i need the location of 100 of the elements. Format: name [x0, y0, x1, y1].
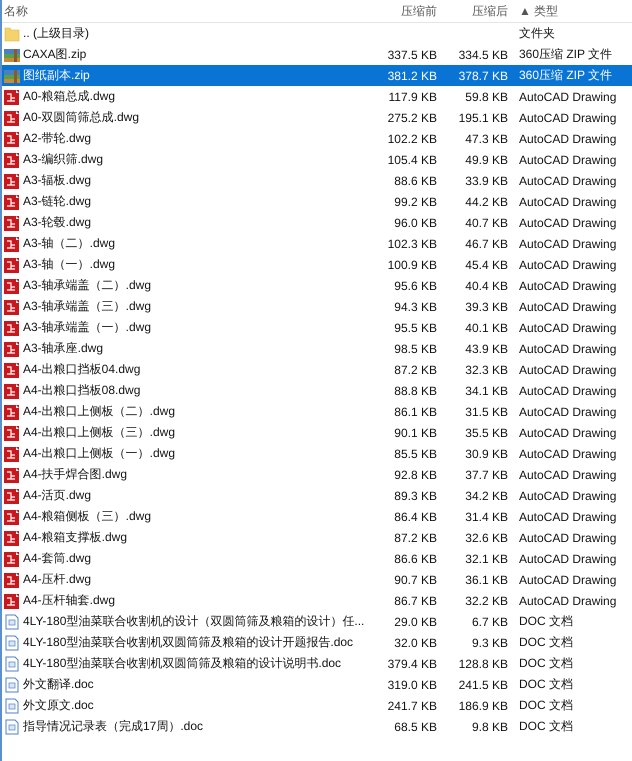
file-row[interactable]: 指导情况记录表（完成17周）.doc 68.5 KB 9.8 KB DOC 文档 [2, 716, 632, 737]
drawing-file-icon [4, 340, 20, 356]
file-row[interactable]: A3-轴承端盖（一）.dwg 95.5 KB 40.1 KB AutoCAD Drawing [2, 317, 632, 338]
file-row[interactable]: A4-扶手焊合图.dwg 92.8 KB 37.7 KB AutoCAD Drawing [2, 464, 632, 485]
file-name: 外文原文.doc [23, 697, 94, 714]
document-icon [4, 614, 20, 630]
file-row[interactable]: A3-辐板.dwg 88.6 KB 33.9 KB AutoCAD Drawing [2, 170, 632, 191]
file-type: AutoCAD Drawing [519, 510, 616, 524]
compressed-size: 241.5 KB [458, 678, 508, 692]
file-type: AutoCAD Drawing [519, 132, 616, 146]
file-row[interactable]: A3-编织筛.dwg 105.4 KB 49.9 KB AutoCAD Drawing [2, 149, 632, 170]
compressed-size: 40.4 KB [465, 278, 508, 292]
drawing-file-icon [4, 424, 20, 440]
file-row[interactable]: 外文翻译.doc 319.0 KB 241.5 KB DOC 文档 [2, 674, 632, 695]
file-name: 指导情况记录表（完成17周）.doc [23, 718, 204, 735]
original-size: 85.5 KB [394, 446, 437, 460]
original-size: 88.6 KB [394, 174, 437, 188]
document-icon [4, 718, 20, 734]
file-row[interactable]: A4-出粮口挡板04.dwg 87.2 KB 32.3 KB AutoCAD Drawing [2, 359, 632, 380]
file-type: AutoCAD Drawing [519, 342, 616, 356]
original-size: 105.4 KB [388, 152, 437, 166]
document-icon [4, 698, 20, 714]
drawing-file-icon [4, 130, 20, 146]
compressed-size: 35.5 KB [465, 426, 508, 440]
file-row[interactable]: 外文原文.doc 241.7 KB 186.9 KB DOC 文档 [2, 695, 632, 716]
original-size: 98.5 KB [394, 342, 437, 356]
file-type: 360压缩 ZIP 文件 [519, 68, 612, 82]
file-type: AutoCAD Drawing [519, 468, 616, 482]
file-row[interactable]: A2-带轮.dwg 102.2 KB 47.3 KB AutoCAD Drawing [2, 128, 632, 149]
file-row[interactable]: .. (上级目录) 文件夹 [2, 23, 632, 44]
column-header[interactable]: 压缩前 [375, 2, 445, 20]
original-size: 337.5 KB [388, 48, 437, 62]
file-row[interactable]: A3-轴（二）.dwg 102.3 KB 46.7 KB AutoCAD Drawing [2, 233, 632, 254]
file-row[interactable]: CAXA图.zip 337.5 KB 334.5 KB 360压缩 ZIP 文件 [2, 44, 632, 65]
file-row[interactable]: A3-轴（一）.dwg 100.9 KB 45.4 KB AutoCAD Drawing [2, 254, 632, 275]
file-row[interactable]: A0-粮箱总成.dwg 117.9 KB 59.8 KB AutoCAD Drawing [2, 86, 632, 107]
file-row[interactable]: A4-粮箱支撑板.dwg 87.2 KB 32.6 KB AutoCAD Drawing [2, 527, 632, 548]
compressed-size: 34.2 KB [465, 488, 508, 502]
file-name: A4-出粮口挡板08.dwg [23, 382, 140, 399]
file-type: DOC 文档 [519, 698, 573, 712]
file-name: CAXA图.zip [23, 46, 86, 63]
drawing-file-icon [4, 382, 20, 398]
file-row[interactable]: A3-轴承座.dwg 98.5 KB 43.9 KB AutoCAD Drawing [2, 338, 632, 359]
compressed-size: 49.9 KB [465, 152, 508, 166]
compressed-size: 37.7 KB [465, 468, 508, 482]
file-row[interactable]: A3-链轮.dwg 99.2 KB 44.2 KB AutoCAD Drawing [2, 191, 632, 212]
original-size: 100.9 KB [388, 258, 437, 272]
file-row[interactable]: A4-出粮口上侧板（二）.dwg 86.1 KB 31.5 KB AutoCAD Drawing [2, 401, 632, 422]
drawing-file-icon [4, 256, 20, 272]
drawing-file-icon [4, 530, 20, 546]
document-icon [4, 676, 20, 692]
column-header[interactable]: 压缩后 [445, 2, 516, 20]
compressed-size: 32.6 KB [465, 530, 508, 544]
drawing-file-icon [4, 404, 20, 420]
file-row[interactable]: A4-压杆轴套.dwg 86.7 KB 32.2 KB AutoCAD Drawing [2, 590, 632, 611]
file-name: A4-压杆.dwg [23, 571, 92, 588]
file-row[interactable]: A3-轮毂.dwg 96.0 KB 40.7 KB AutoCAD Drawing [2, 212, 632, 233]
compressed-size: 43.9 KB [465, 342, 508, 356]
file-row[interactable]: 图纸副本.zip 381.2 KB 378.7 KB 360压缩 ZIP 文件 [2, 65, 632, 86]
compressed-size: 32.1 KB [465, 552, 508, 566]
file-type: DOC 文档 [519, 656, 573, 670]
original-size: 88.8 KB [394, 384, 437, 398]
file-row[interactable]: 4LY-180型油菜联合收割机双圆筒筛及粮箱的设计说明书.doc 379.4 KB 128.8 KB DOC 文档 [2, 653, 632, 674]
file-name: A4-扶手焊合图.dwg [23, 466, 128, 483]
file-name: A3-链轮.dwg [23, 193, 92, 210]
file-row[interactable]: A0-双圆筒筛总成.dwg 275.2 KB 195.1 KB AutoCAD Drawing [2, 107, 632, 128]
file-type: DOC 文档 [519, 635, 573, 649]
file-row[interactable]: A4-套筒.dwg 86.6 KB 32.1 KB AutoCAD Drawing [2, 548, 632, 569]
file-row[interactable]: 4LY-180型油菜联合收割机双圆筒筛及粮箱的设计开题报告.doc 32.0 KB 9.3 KB DOC 文档 [2, 632, 632, 653]
column-header[interactable]: ▲ 类型 [516, 2, 632, 20]
archive-icon [4, 46, 20, 62]
original-size: 92.8 KB [394, 468, 437, 482]
file-row[interactable]: A4-粮箱侧板（三）.dwg 86.4 KB 31.4 KB AutoCAD Drawing [2, 506, 632, 527]
file-row[interactable]: 4LY-180型油菜联合收割机的设计（双圆筒筛及粮箱的设计）任... 29.0 KB 6.7 KB DOC 文档 [2, 611, 632, 632]
file-row[interactable]: A4-压杆.dwg 90.7 KB 36.1 KB AutoCAD Drawing [2, 569, 632, 590]
drawing-file-icon [4, 550, 20, 566]
compressed-size: 40.1 KB [465, 320, 508, 334]
file-row[interactable]: A4-出粮口上侧板（一）.dwg 85.5 KB 30.9 KB AutoCAD Drawing [2, 443, 632, 464]
column-header[interactable]: 名称 [2, 2, 375, 20]
file-type: AutoCAD Drawing [519, 426, 616, 440]
original-size: 90.1 KB [394, 426, 437, 440]
file-row[interactable]: A4-出粮口挡板08.dwg 88.8 KB 34.1 KB AutoCAD Drawing [2, 380, 632, 401]
file-name: A4-出粮口挡板04.dwg [23, 361, 140, 378]
file-row[interactable]: A3-轴承端盖（二）.dwg 95.6 KB 40.4 KB AutoCAD Drawing [2, 275, 632, 296]
original-size: 94.3 KB [394, 300, 437, 314]
original-size: 86.6 KB [394, 552, 437, 566]
compressed-size: 47.3 KB [465, 132, 508, 146]
file-row[interactable]: A4-出粮口上侧板（三）.dwg 90.1 KB 35.5 KB AutoCAD Drawing [2, 422, 632, 443]
file-row[interactable]: A4-活页.dwg 89.3 KB 34.2 KB AutoCAD Drawing [2, 485, 632, 506]
file-row[interactable]: A3-轴承端盖（三）.dwg 94.3 KB 39.3 KB AutoCAD Drawing [2, 296, 632, 317]
file-name: A4-出粮口上侧板（三）.dwg [23, 424, 176, 441]
original-size: 86.1 KB [394, 404, 437, 418]
original-size: 86.7 KB [394, 594, 437, 608]
drawing-file-icon [4, 110, 20, 126]
file-name: A3-编织筛.dwg [23, 151, 104, 168]
compressed-size: 36.1 KB [465, 572, 508, 586]
file-type: DOC 文档 [519, 719, 573, 733]
file-type: AutoCAD Drawing [519, 320, 616, 334]
original-size: 87.2 KB [394, 530, 437, 544]
original-size: 117.9 KB [388, 90, 437, 104]
